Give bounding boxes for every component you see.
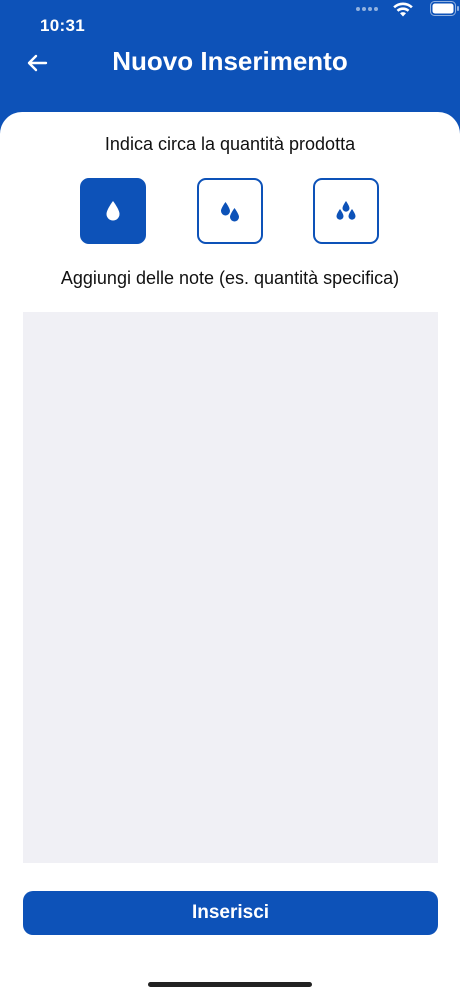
quantity-option-low[interactable] bbox=[80, 178, 146, 244]
page-title: Nuovo Inserimento bbox=[112, 46, 348, 76]
quantity-option-high[interactable] bbox=[313, 178, 379, 244]
submit-button[interactable]: Inserisci bbox=[23, 891, 438, 935]
two-drops-icon bbox=[221, 202, 239, 222]
battery-icon bbox=[430, 1, 459, 16]
three-drops-icon bbox=[336, 201, 356, 220]
status-time: 10:31 bbox=[40, 16, 85, 35]
quantity-label: Indica circa la quantità prodotta bbox=[104, 134, 356, 154]
cellular-signal-icon bbox=[356, 7, 380, 13]
notes-label: Aggiungi delle note (es. quantità specif… bbox=[60, 268, 400, 288]
navigation-bar: Nuovo Inserimento bbox=[0, 36, 460, 90]
wifi-icon bbox=[393, 2, 413, 17]
notes-textarea[interactable] bbox=[23, 312, 438, 863]
home-indicator bbox=[148, 982, 312, 987]
quantity-option-medium[interactable] bbox=[197, 178, 263, 244]
single-drop-icon bbox=[106, 201, 120, 221]
form-sheet: Indica circa la quantità prodotta Aggiun… bbox=[0, 112, 460, 996]
